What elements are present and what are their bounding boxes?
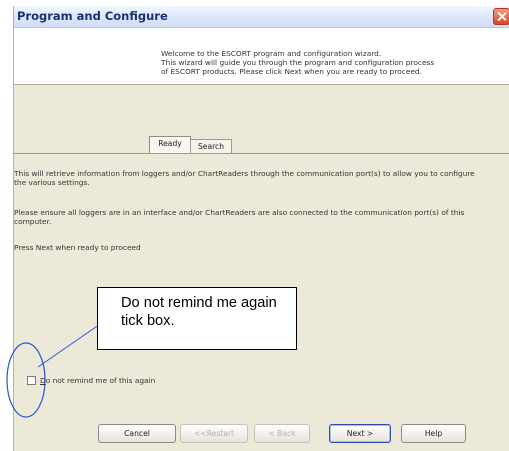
welcome-line: Welcome to the ESCORT program and config… [161,49,382,58]
callout-text-box: Do not remind me again tick box. [97,287,297,350]
next-button[interactable]: Next > [329,424,391,443]
welcome-line: of ESCORT products. Please click Next wh… [161,67,422,76]
welcome-line: This wizard will guide you through the p… [161,58,435,67]
do-not-remind-label[interactable]: Do not remind me of this again [40,376,155,385]
info-paragraph: Please ensure all loggers are in an inte… [14,208,465,226]
welcome-text: Welcome to the ESCORT program and config… [161,49,506,76]
tab-content-panel [13,153,509,393]
info-paragraph: Press Next when ready to proceed [14,243,141,252]
label-rest: o not remind me of this again [45,376,156,385]
close-icon[interactable] [493,8,509,25]
tab-search[interactable]: Search [190,139,232,154]
info-paragraph: This will retrieve information from logg… [14,169,475,187]
help-button[interactable]: Help [401,424,466,443]
window-title: Program and Configure [17,9,168,23]
do-not-remind-checkbox[interactable] [27,376,36,385]
tab-ready[interactable]: Ready [149,136,191,153]
cancel-button[interactable]: Cancel [98,424,176,443]
restart-button[interactable]: <<Restart [180,424,248,443]
back-button[interactable]: < Back [254,424,310,443]
title-bar[interactable]: Program and Configure [14,6,509,28]
wizard-header: Welcome to the ESCORT program and config… [14,28,509,85]
